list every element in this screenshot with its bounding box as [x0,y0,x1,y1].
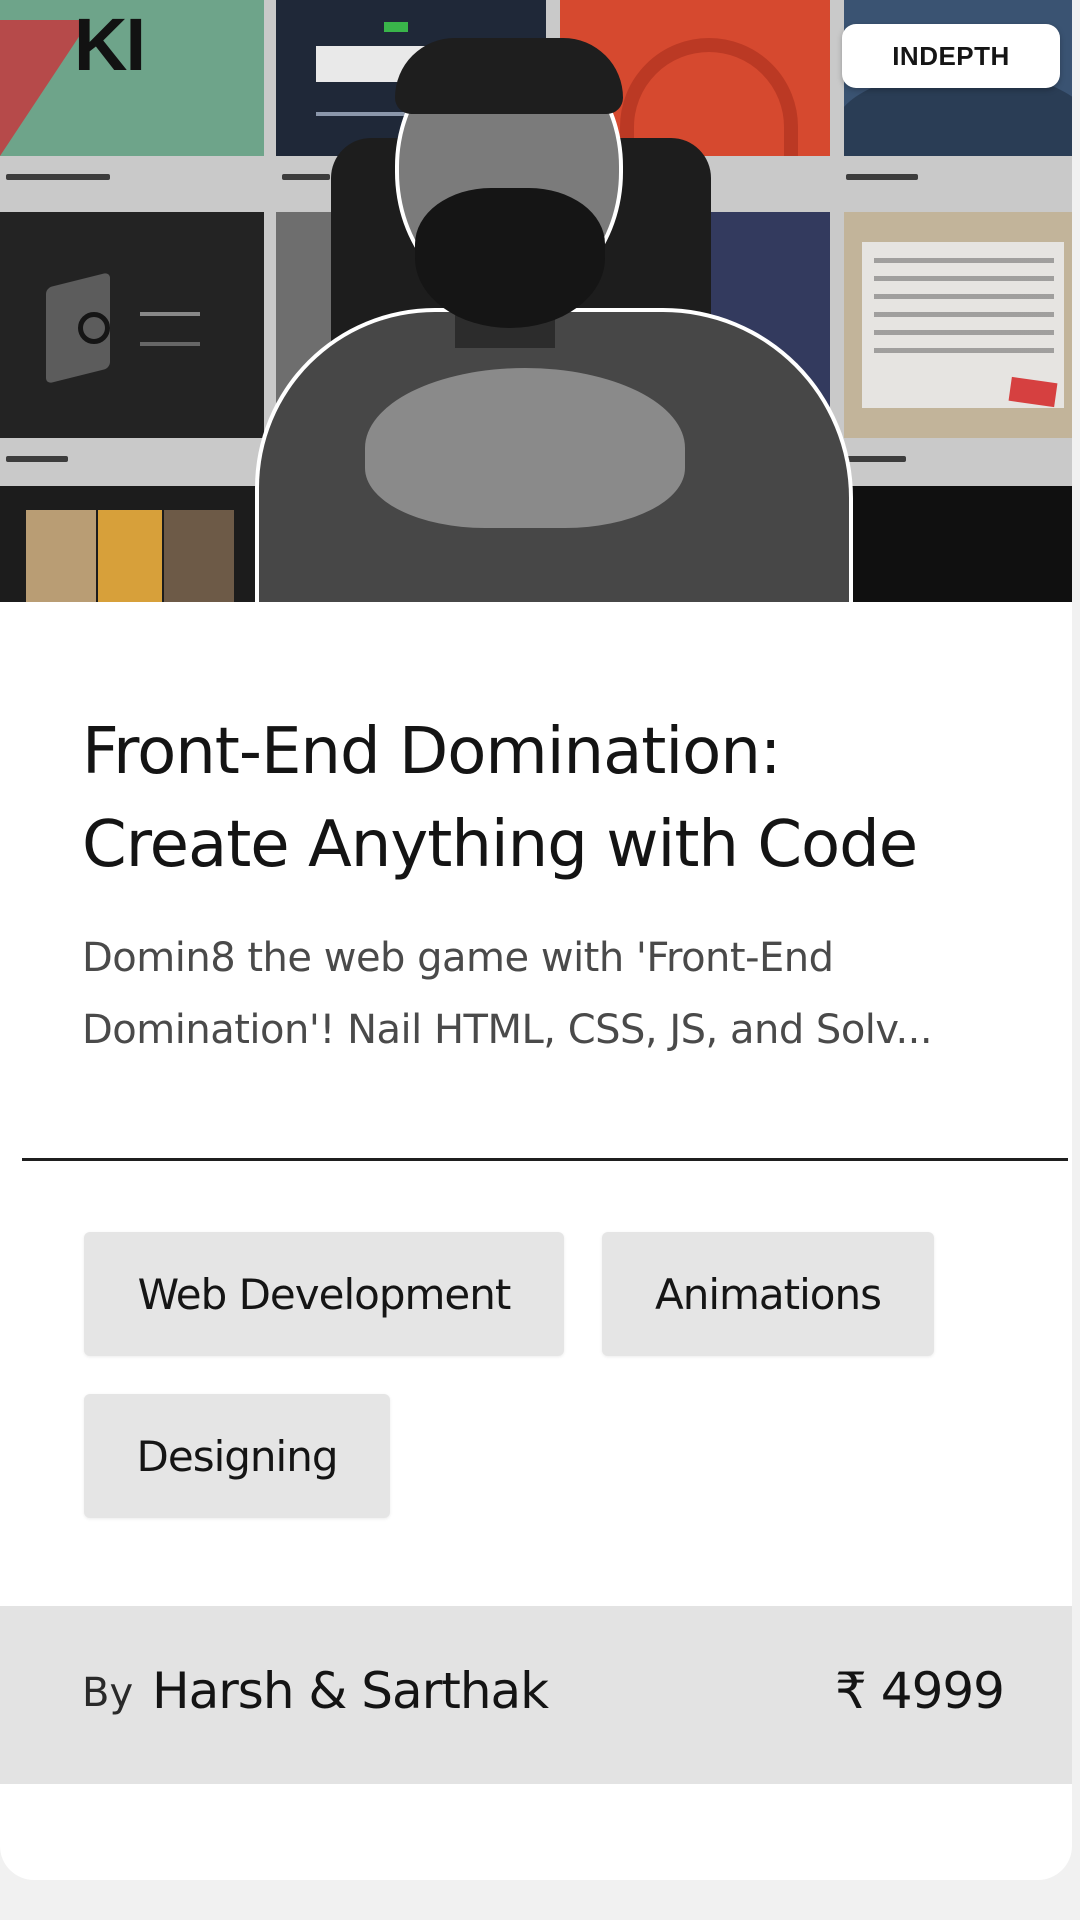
tag-animations[interactable]: Animations [602,1232,934,1356]
thumbnail-tile [0,212,264,438]
course-title[interactable]: Front-End Domination: Create Anything wi… [82,706,1022,892]
course-description-line: Domin8 the web game with 'Front-End [82,935,834,981]
divider [22,1158,1068,1161]
course-thumbnail[interactable]: KI INDEPTH [0,0,1072,602]
course-card[interactable]: KI INDEPTH Front-End Domination: Create … [0,0,1072,1880]
thumbnail-caption-line [846,456,906,462]
thumbnail-tile [844,212,1072,438]
by-label: By [82,1670,134,1716]
tag-web-development[interactable]: Web Development [84,1232,564,1356]
course-price: ₹ 4999 [835,1662,1005,1720]
course-description: Domin8 the web game with 'Front-End Domi… [82,922,1012,1066]
course-description-line: Domination'! Nail HTML, CSS, JS, and Sol… [82,1007,933,1053]
indepth-badge: INDEPTH [842,24,1060,88]
course-title-line: Create Anything with Code [82,807,918,882]
thumbnail-tile [0,486,264,602]
thumbnail-caption-line [6,456,68,462]
thumbnail-caption-line [6,174,110,180]
course-title-line: Front-End Domination: [82,715,781,789]
tag-designing[interactable]: Designing [84,1394,390,1518]
author-name: Harsh & Sarthak [152,1662,549,1720]
course-footer: By Harsh & Sarthak ₹ 4999 [0,1606,1072,1784]
thumbnail-caption-line [846,174,918,180]
thumbnail-tile: KI [0,0,264,156]
instructor-photo [245,38,855,602]
thumbnail-tile [844,486,1072,602]
